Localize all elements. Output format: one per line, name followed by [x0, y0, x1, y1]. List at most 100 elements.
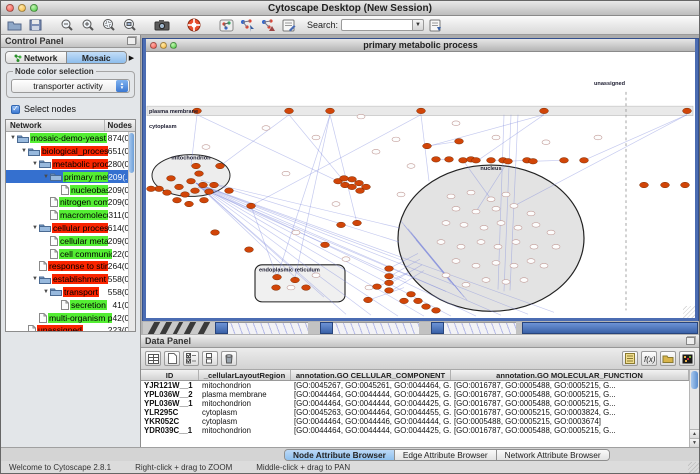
graph-node-unselected[interactable]: [460, 223, 468, 228]
graph-node-unselected[interactable]: [342, 257, 350, 262]
graph-node[interactable]: [337, 222, 346, 228]
col-molecular-function[interactable]: annotation.GO MOLECULAR_FUNCTION: [451, 370, 689, 380]
tab-node-attribute-browser[interactable]: Node Attribute Browser: [285, 450, 394, 460]
graph-node[interactable]: [326, 108, 335, 114]
graph-node[interactable]: [472, 158, 481, 164]
graph-node-unselected[interactable]: [287, 285, 295, 290]
network-merge-icon[interactable]: [259, 17, 277, 33]
import-attributes-icon[interactable]: [660, 351, 676, 366]
graph-node-unselected[interactable]: [492, 206, 500, 211]
graph-node[interactable]: [356, 188, 365, 194]
scroll-down-icon[interactable]: ▼: [690, 438, 699, 447]
graph-node[interactable]: [185, 201, 194, 207]
graph-node[interactable]: [340, 176, 349, 182]
graph-node[interactable]: [504, 158, 513, 164]
frame-resize-grip[interactable]: [683, 306, 695, 318]
tree-scrollbar[interactable]: [128, 132, 135, 331]
graph-node-unselected[interactable]: [292, 230, 300, 235]
graph-node[interactable]: [155, 186, 164, 192]
graph-node-unselected[interactable]: [487, 197, 495, 202]
graph-node[interactable]: [245, 247, 254, 253]
tree-row[interactable]: nitrogen compo209(0): [6, 196, 135, 209]
graph-node-unselected[interactable]: [407, 164, 415, 169]
float-panel-icon[interactable]: [127, 37, 136, 45]
table-row[interactable]: YJR121W__1mitochondrion[GO:0045267, GO:0…: [141, 381, 689, 390]
network-canvas[interactable]: plasma membranecytoplasmmitochondrionnuc…: [146, 52, 695, 318]
graph-node-unselected[interactable]: [262, 126, 270, 131]
tree-row[interactable]: ▼establishment of lo558(0): [6, 273, 135, 286]
tree-row[interactable]: ▼transport558(0): [6, 286, 135, 299]
graph-node[interactable]: [385, 288, 394, 294]
graph-node-unselected[interactable]: [547, 230, 555, 235]
zoom-in-icon[interactable]: [79, 17, 97, 33]
more-tabs-arrow-icon[interactable]: ▶: [127, 54, 136, 62]
graph-node[interactable]: [640, 182, 649, 188]
expand-arrow-icon[interactable]: ▼: [31, 276, 39, 282]
background-window-edge[interactable]: [215, 322, 228, 334]
save-icon[interactable]: [26, 17, 44, 33]
tree-row[interactable]: multi-organism pro42(0): [6, 311, 135, 324]
import-network-icon[interactable]: [217, 17, 235, 33]
graph-node-unselected[interactable]: [365, 285, 373, 290]
graph-node[interactable]: [199, 182, 208, 188]
background-window-titlebar[interactable]: [522, 322, 698, 334]
attribute-batch-icon[interactable]: [202, 351, 218, 366]
graph-node[interactable]: [247, 203, 256, 209]
graph-node[interactable]: [273, 274, 282, 280]
delete-attribute-icon[interactable]: [221, 351, 237, 366]
table-row[interactable]: YKR052Ccytoplasm[GO:0044464, GO:0044446,…: [141, 417, 689, 426]
graph-node[interactable]: [353, 220, 362, 226]
graph-node-unselected[interactable]: [452, 121, 460, 126]
graph-node[interactable]: [681, 182, 690, 188]
attribute-table-icon[interactable]: [145, 351, 161, 366]
graph-node[interactable]: [291, 277, 300, 283]
tree-row[interactable]: nucleobase-209(0): [6, 183, 135, 196]
graph-node[interactable]: [216, 163, 225, 169]
graph-node-unselected[interactable]: [462, 282, 470, 287]
background-window-preview[interactable]: [444, 322, 516, 334]
graph-node[interactable]: [423, 143, 432, 149]
tree-col-network[interactable]: Network: [6, 120, 105, 131]
graph-node-unselected[interactable]: [492, 135, 500, 140]
scroll-up-icon[interactable]: ▲: [690, 429, 699, 438]
graph-node[interactable]: [321, 242, 330, 248]
tree-col-nodes[interactable]: Nodes: [105, 121, 135, 130]
graph-node[interactable]: [540, 108, 549, 114]
graph-node[interactable]: [432, 157, 441, 163]
graph-node[interactable]: [661, 182, 670, 188]
graph-node-unselected[interactable]: [480, 225, 488, 230]
graph-node-unselected[interactable]: [510, 204, 518, 209]
graph-node[interactable]: [191, 188, 200, 194]
table-row[interactable]: YPL036W__2plasma membrane[GO:0044464, GO…: [141, 390, 689, 399]
graph-node[interactable]: [417, 108, 426, 114]
graph-node-unselected[interactable]: [332, 202, 340, 207]
tree-row[interactable]: secretion41(0): [6, 298, 135, 311]
graph-node-unselected[interactable]: [372, 149, 380, 154]
graph-node-unselected[interactable]: [514, 225, 522, 230]
col-region[interactable]: _cellularLayoutRegion: [199, 370, 291, 380]
graph-node-unselected[interactable]: [482, 278, 490, 283]
annotation-icon[interactable]: [280, 17, 298, 33]
table-row[interactable]: YPL036W__1mitochondrion[GO:0044464, GO:0…: [141, 399, 689, 408]
graph-node-unselected[interactable]: [530, 244, 538, 249]
matrix-icon[interactable]: [679, 351, 695, 366]
graph-node[interactable]: [529, 158, 538, 164]
tree-row[interactable]: cell communicat22(0): [6, 247, 135, 260]
graph-node[interactable]: [211, 230, 220, 236]
graph-node[interactable]: [200, 197, 209, 203]
graph-node[interactable]: [175, 184, 184, 190]
network-frame-titlebar[interactable]: primary metabolic process: [146, 39, 695, 52]
graph-node[interactable]: [181, 192, 190, 198]
graph-node-unselected[interactable]: [540, 263, 548, 268]
graph-node[interactable]: [272, 285, 281, 291]
expand-arrow-icon[interactable]: ▼: [9, 135, 17, 141]
background-window-edge[interactable]: [320, 322, 333, 334]
graph-node[interactable]: [422, 304, 431, 310]
function-builder-icon[interactable]: f(x): [641, 351, 657, 366]
window-resize-grip[interactable]: [688, 462, 699, 473]
graph-node[interactable]: [225, 188, 234, 194]
export-icon[interactable]: [427, 17, 445, 33]
graph-node-unselected[interactable]: [512, 240, 520, 245]
graph-node-unselected[interactable]: [437, 240, 445, 245]
col-id[interactable]: ID: [141, 370, 199, 380]
